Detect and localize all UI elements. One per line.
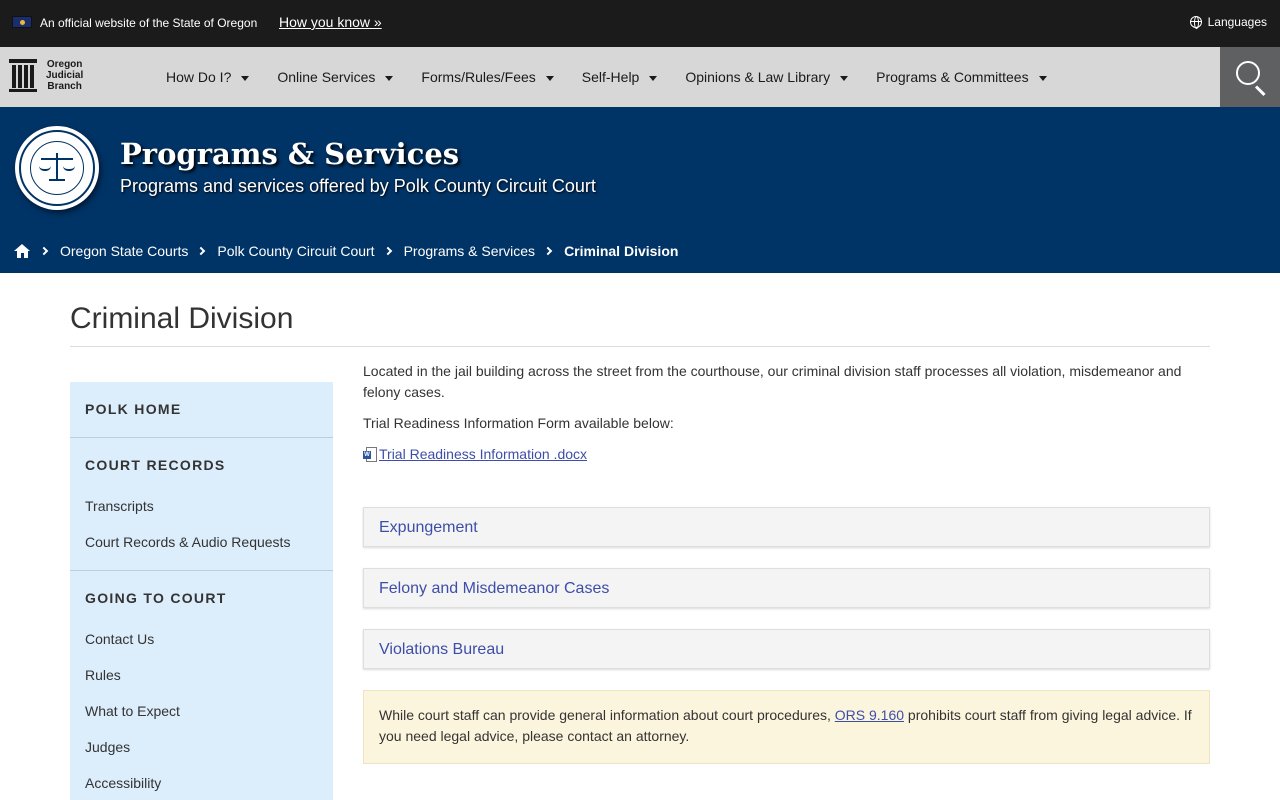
sidebar-item-what-to-expect[interactable]: What to Expect — [85, 703, 180, 719]
chevron-right-icon — [197, 246, 206, 256]
main-nav: Oregon Judicial Branch How Do I? Online … — [0, 47, 1280, 107]
nav-item-forms-rules-fees[interactable]: Forms/Rules/Fees — [421, 69, 554, 85]
search-icon — [1236, 61, 1260, 85]
oregon-flag-icon — [12, 16, 32, 28]
nav-item-programs-committees[interactable]: Programs & Committees — [876, 69, 1047, 85]
caret-down-icon — [1038, 75, 1047, 81]
caret-down-icon — [385, 75, 394, 81]
accordion-felony-misdemeanor[interactable]: Felony and Misdemeanor Cases — [363, 568, 1210, 608]
sidebar-divider — [70, 570, 333, 571]
sidebar-item-court-records-audio[interactable]: Court Records & Audio Requests — [85, 534, 290, 550]
chevron-right-icon — [39, 246, 49, 256]
accordion-violations-bureau[interactable]: Violations Bureau — [363, 629, 1210, 669]
how-you-know-link[interactable]: How you know » — [279, 14, 382, 30]
form-note: Trial Readiness Information Form availab… — [363, 415, 674, 431]
globe-icon — [1189, 16, 1202, 29]
word-document-icon: W — [363, 446, 378, 463]
accordion-label: Violations Bureau — [379, 641, 505, 658]
sidebar-item-rules[interactable]: Rules — [85, 667, 121, 683]
nav-menu: How Do I? Online Services Forms/Rules/Fe… — [166, 47, 1075, 107]
caret-down-icon — [840, 75, 849, 81]
caret-down-icon — [545, 75, 554, 81]
hero-title: Programs & Services — [120, 137, 460, 171]
judicial-department-seal — [15, 126, 99, 210]
accordion-label: Expungement — [379, 519, 478, 536]
sidebar-divider — [70, 437, 333, 438]
accordion-expungement[interactable]: Expungement — [363, 507, 1210, 547]
doc-link-label: Trial Readiness Information .docx — [379, 446, 588, 462]
ors-9-160-link[interactable]: ORS 9.160 — [835, 707, 904, 723]
sidebar-heading-polk-home[interactable]: POLK HOME — [85, 401, 181, 417]
caret-down-icon — [649, 75, 658, 81]
breadcrumb-oregon-state-courts[interactable]: Oregon State Courts — [60, 243, 188, 259]
page-title: Criminal Division — [70, 302, 294, 335]
courthouse-icon — [9, 59, 37, 92]
home-icon[interactable] — [14, 244, 31, 258]
hero-subtitle: Programs and services offered by Polk Co… — [120, 176, 596, 196]
sidebar-item-contact-us[interactable]: Contact Us — [85, 631, 154, 647]
sidebar-item-transcripts[interactable]: Transcripts — [85, 498, 154, 514]
accordion-label: Felony and Misdemeanor Cases — [379, 580, 610, 597]
nav-item-self-help[interactable]: Self-Help — [582, 69, 658, 85]
chevron-right-icon — [543, 246, 553, 256]
caret-down-icon — [241, 75, 250, 81]
chevron-right-icon — [383, 246, 392, 256]
intro-paragraph: Located in the jail building across the … — [363, 363, 1182, 400]
sidebar-item-judges[interactable]: Judges — [85, 739, 130, 755]
nav-item-online-services[interactable]: Online Services — [277, 69, 394, 85]
breadcrumb-polk-county-circuit-court[interactable]: Polk County Circuit Court — [217, 243, 374, 259]
breadcrumb-programs-services[interactable]: Programs & Services — [404, 243, 535, 259]
sidebar-heading-court-records[interactable]: COURT RECORDS — [85, 457, 226, 473]
legal-advice-notice: While court staff can provide general in… — [363, 690, 1210, 764]
search-button[interactable] — [1220, 47, 1280, 107]
languages-button[interactable]: Languages — [1189, 15, 1267, 29]
nav-item-how-do-i[interactable]: How Do I? — [166, 69, 250, 85]
ojd-logo[interactable]: Oregon Judicial Branch — [9, 59, 83, 92]
breadcrumb-current: Criminal Division — [564, 243, 679, 259]
official-banner: An official website of the State of Oreg… — [0, 0, 1280, 47]
breadcrumb: Oregon State Courts Polk County Circuit … — [14, 243, 678, 259]
trial-readiness-doc-link[interactable]: W Trial Readiness Information .docx — [363, 444, 587, 465]
page-hero: Programs & Services Programs and service… — [0, 107, 1280, 273]
sidebar-heading-going-to-court[interactable]: GOING TO COURT — [85, 590, 227, 606]
sidebar-item-accessibility[interactable]: Accessibility — [85, 775, 161, 791]
languages-label: Languages — [1207, 15, 1267, 29]
side-navigation: POLK HOME COURT RECORDS Transcripts Cour… — [70, 382, 333, 800]
logo-text: Oregon Judicial Branch — [46, 59, 84, 92]
official-site-text: An official website of the State of Oreg… — [40, 16, 258, 30]
title-divider — [70, 346, 1210, 347]
nav-item-opinions-law-library[interactable]: Opinions & Law Library — [685, 69, 849, 85]
